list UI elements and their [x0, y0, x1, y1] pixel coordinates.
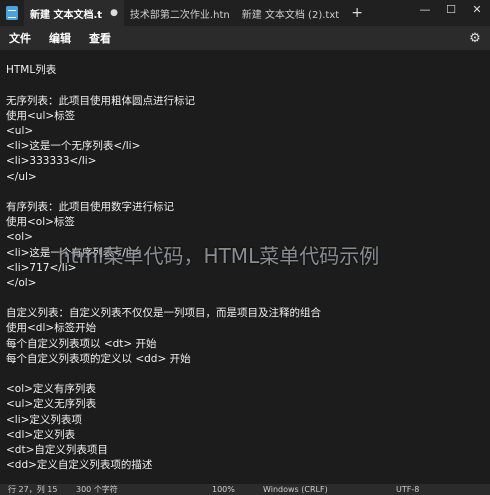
- editor-line: <dl>定义列表: [6, 429, 76, 441]
- editor-line: </ul>: [6, 171, 37, 183]
- editor-line: <ol>定义有序列表: [6, 383, 96, 395]
- gear-icon[interactable]: ⚙: [466, 29, 484, 47]
- maximize-icon[interactable]: ☐: [438, 0, 464, 18]
- cursor-position: 行 27，列 15: [8, 485, 58, 494]
- editor-line: 使用<ul>标签: [6, 110, 76, 122]
- editor-line: <ol>: [6, 231, 33, 243]
- notepad-app-icon: [6, 6, 18, 20]
- editor-line: <ul>定义无序列表: [6, 398, 97, 410]
- editor-line: <li>定义列表项: [6, 414, 82, 426]
- editor-line: 有序列表：此项目使用数字进行标记: [6, 201, 174, 213]
- editor-line: </ol>: [6, 277, 37, 289]
- tab-new-text-document-2[interactable]: 新建 文本文档 (2).txt: [236, 0, 345, 26]
- editor-line: <li>333333</li>: [6, 155, 97, 167]
- editor-line: 使用<ol>标签: [6, 216, 75, 228]
- editor-line: <ul>: [6, 125, 34, 137]
- editor-line: <li>这是一个无序列表</li>: [6, 140, 141, 152]
- menu-bar: 文件 编辑 查看 ⚙: [0, 26, 490, 50]
- editor-line: 自定义列表：自定义列表不仅仅是一列项目，而是项目及注释的组合: [6, 307, 321, 319]
- editor-line: <dt>自定义列表项目: [6, 444, 108, 456]
- menu-edit[interactable]: 编辑: [40, 30, 80, 46]
- line-ending[interactable]: Windows (CRLF): [263, 484, 328, 495]
- status-bar: 行 27，列 15 300 个字符 100% Windows (CRLF) UT…: [0, 484, 490, 495]
- tab-label: 技术部第二次作业.htn: [129, 9, 230, 21]
- editor-line: 每个自定义列表项的定义以 <dd> 开始: [6, 353, 191, 365]
- menu-view[interactable]: 查看: [80, 30, 120, 46]
- tab-new-text-document[interactable]: 新建 文本文档.t ●: [24, 0, 124, 26]
- editor-line: 使用<dl>标签开始: [6, 322, 97, 334]
- tab-label: 新建 文本文档.t: [30, 9, 103, 21]
- watermark-caption: html菜单代码，HTML菜单代码示例: [58, 244, 380, 268]
- close-icon[interactable]: ✕: [464, 0, 490, 18]
- editor-line: HTML列表: [6, 64, 57, 76]
- menu-file[interactable]: 文件: [0, 30, 40, 46]
- zoom-level[interactable]: 100%: [212, 484, 235, 495]
- tab-bar: 新建 文本文档.t ● 技术部第二次作业.htn 新建 文本文档 (2).txt…: [0, 0, 490, 26]
- editor-line: 每个自定义列表项以 <dt> 开始: [6, 338, 157, 350]
- editor-line: <dd>定义自定义列表项的描述: [6, 459, 153, 471]
- notepad-window: 新建 文本文档.t ● 技术部第二次作业.htn 新建 文本文档 (2).txt…: [0, 0, 490, 495]
- tab-label: 新建 文本文档 (2).txt: [241, 9, 340, 21]
- tab-tech-homework[interactable]: 技术部第二次作业.htn: [124, 0, 236, 26]
- character-count: 300 个字符: [76, 485, 118, 494]
- new-tab-plus-icon[interactable]: +: [345, 5, 369, 21]
- unsaved-dot-icon: ●: [110, 8, 118, 18]
- window-controls: — ☐ ✕: [412, 0, 490, 26]
- encoding[interactable]: UTF-8: [396, 484, 419, 495]
- vertical-scrollbar[interactable]: [484, 50, 490, 484]
- editor-line: 无序列表：此项目使用粗体圆点进行标记: [6, 95, 195, 107]
- minimize-icon[interactable]: —: [412, 0, 438, 18]
